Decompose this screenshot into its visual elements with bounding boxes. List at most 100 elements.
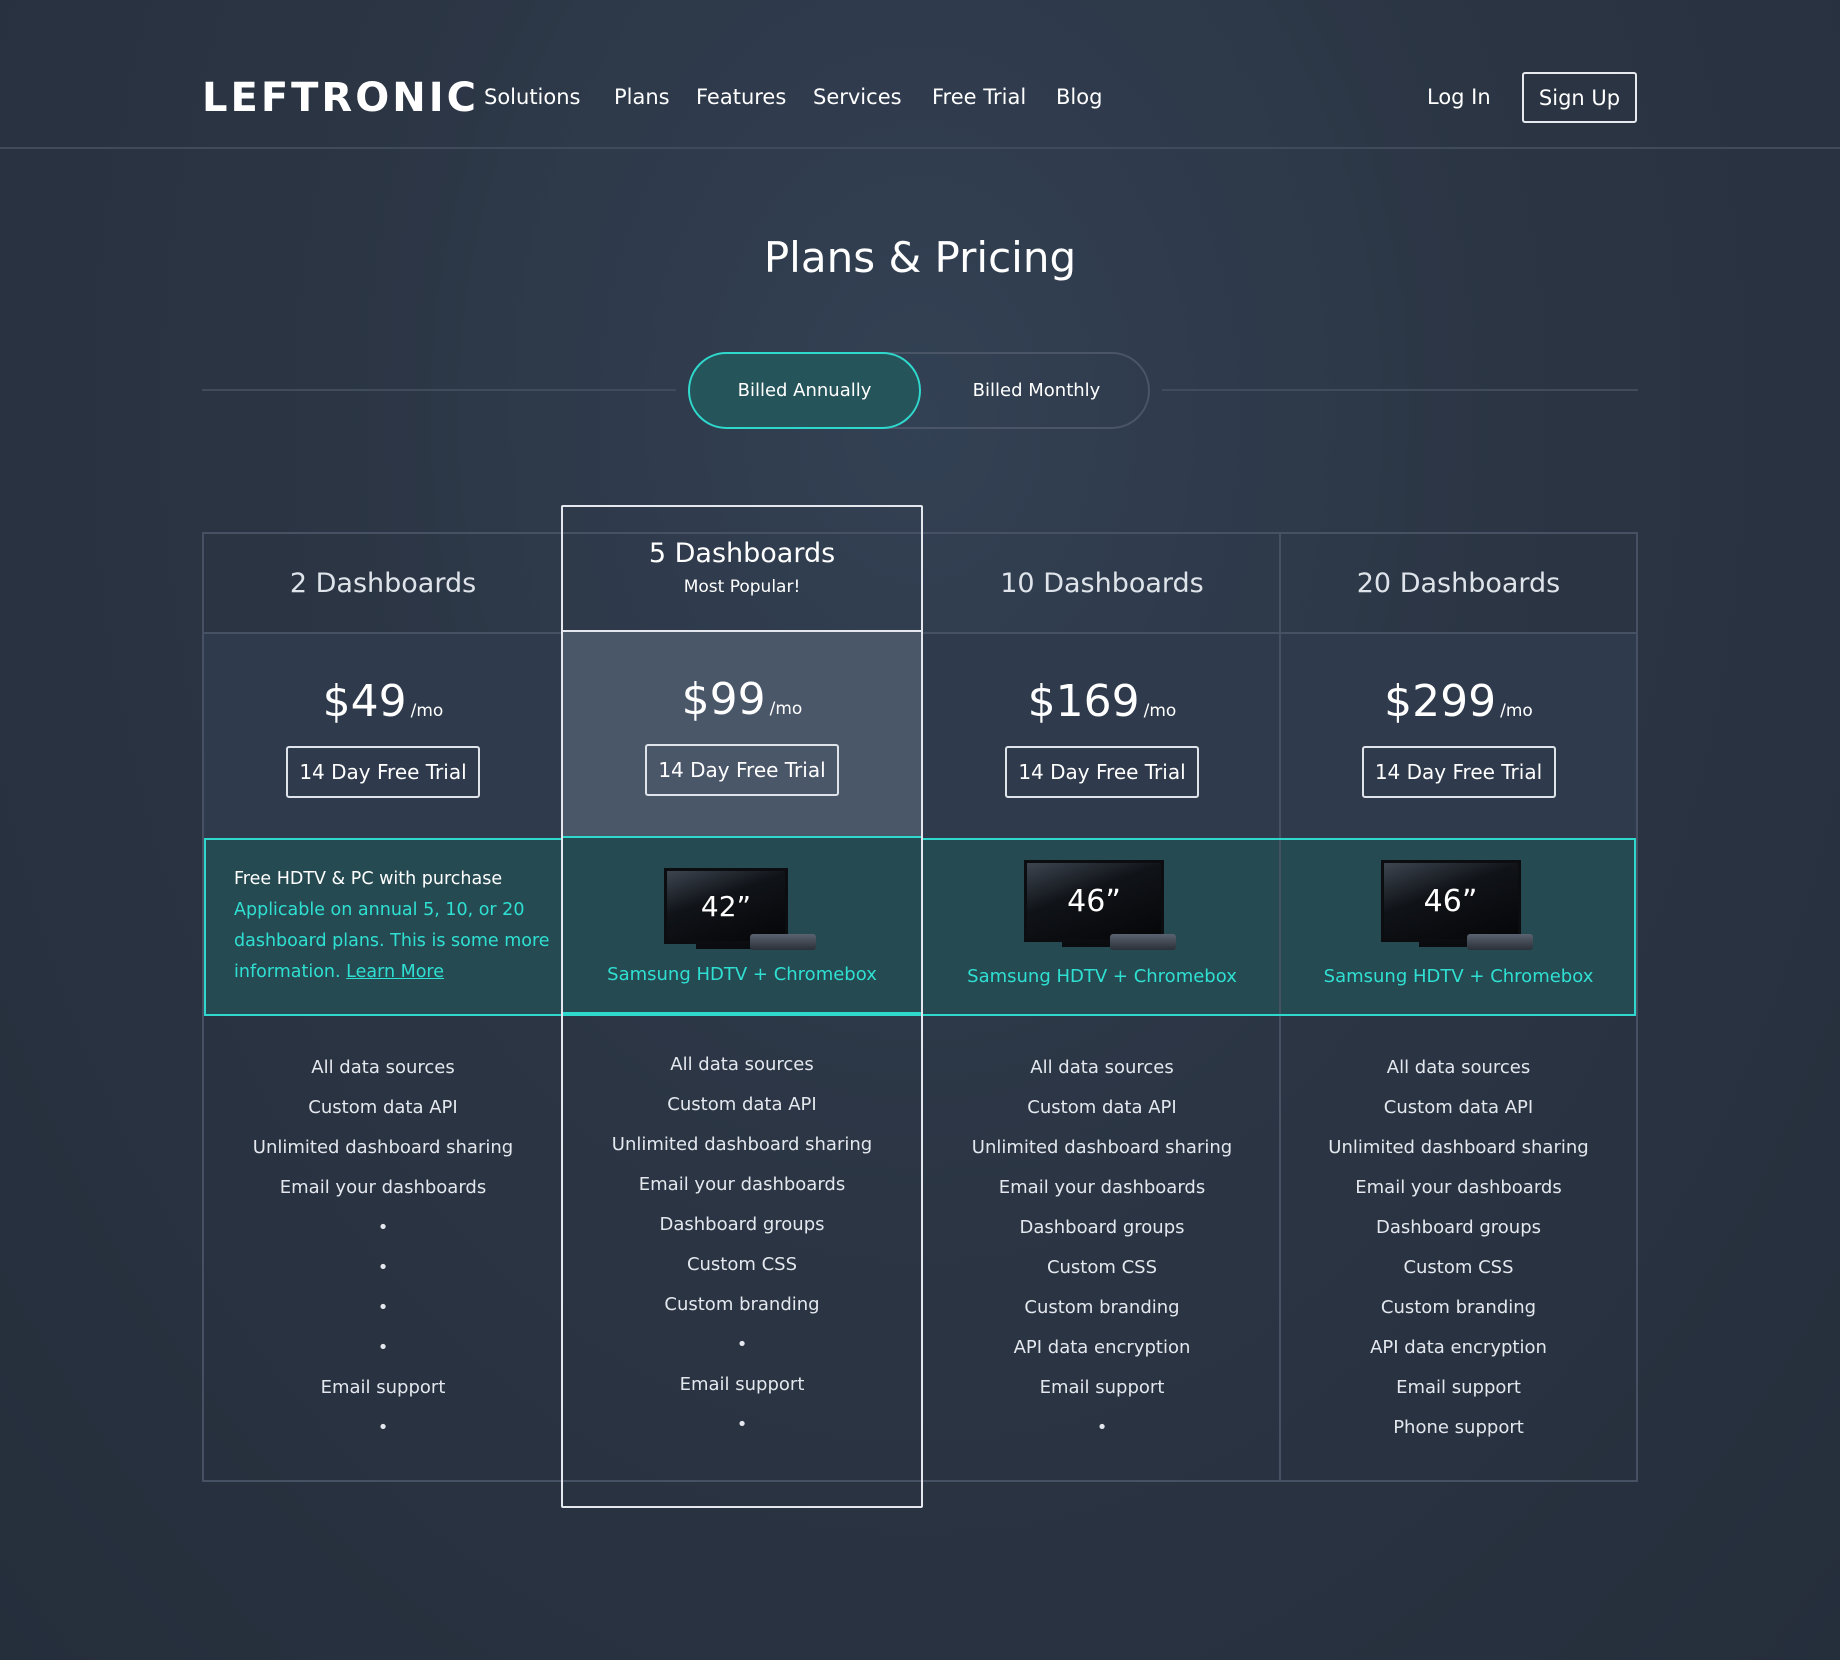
feature-item: Email support xyxy=(679,1374,805,1395)
feature-item: Email your dashboards xyxy=(998,1177,1206,1198)
price-amount: $299 xyxy=(1384,676,1497,727)
plan-column-10: 10 Dashboards $169/mo 14 Day Free Trial … xyxy=(923,534,1281,1480)
price-amount: $99 xyxy=(681,674,766,725)
site-header: LEFTRONIC Solutions Plans Features Servi… xyxy=(0,0,1840,149)
feature-item: Email support xyxy=(1039,1377,1165,1398)
price-cell: $99/mo 14 Day Free Trial xyxy=(563,632,921,836)
page-title: Plans & Pricing xyxy=(763,233,1077,282)
price-cell: $49/mo 14 Day Free Trial xyxy=(204,634,562,838)
feature-item: • xyxy=(377,1297,389,1318)
nav-services[interactable]: Services xyxy=(813,80,902,114)
chromebox-image xyxy=(1466,934,1533,950)
billed-annually-option[interactable]: Billed Annually xyxy=(688,352,921,429)
feature-item: Dashboard groups xyxy=(1375,1217,1542,1238)
chromebox-image xyxy=(750,934,816,950)
feature-item: Email your dashboards xyxy=(279,1177,487,1198)
feature-item: Dashboard groups xyxy=(659,1214,825,1235)
plan-column-20: 20 Dashboards $299/mo 14 Day Free Trial … xyxy=(1281,534,1636,1480)
promo-headline: Free HDTV & PC with purchase xyxy=(234,869,503,889)
plan-column-5-most-popular: 5 Dashboards Most Popular! $99/mo 14 Day… xyxy=(561,505,923,1508)
feature-item: Custom data API xyxy=(308,1097,458,1118)
plan-name: 20 Dashboards xyxy=(1281,534,1636,634)
feature-item: Unlimited dashboard sharing xyxy=(252,1137,514,1158)
signup-button[interactable]: Sign Up xyxy=(1522,72,1637,123)
feature-item: Custom CSS xyxy=(686,1254,798,1275)
feature-item: Unlimited dashboard sharing xyxy=(611,1134,873,1155)
feature-item: Custom CSS xyxy=(1403,1257,1514,1278)
column-divider xyxy=(1279,534,1281,1480)
price-cell: $169/mo 14 Day Free Trial xyxy=(923,634,1281,838)
tv-screen: 46” xyxy=(1380,860,1521,942)
nav-plans[interactable]: Plans xyxy=(614,80,670,114)
free-trial-button[interactable]: 14 Day Free Trial xyxy=(286,746,480,798)
feature-item: Custom data API xyxy=(1027,1097,1177,1118)
feature-item: API data encryption xyxy=(1013,1337,1191,1358)
plan-header: 5 Dashboards Most Popular! xyxy=(563,507,921,632)
price-period: /mo xyxy=(769,699,803,719)
feature-item: Email support xyxy=(320,1377,446,1398)
price-label: $49/mo xyxy=(204,674,562,739)
learn-more-link[interactable]: Learn More xyxy=(346,962,444,982)
toggle-divider-right xyxy=(1162,389,1638,391)
feature-item: API data encryption xyxy=(1370,1337,1547,1358)
free-trial-button[interactable]: 14 Day Free Trial xyxy=(1361,746,1556,798)
plan-name: 5 Dashboards xyxy=(648,537,836,569)
promo-cell: Free HDTV & PC with purchase Applicable … xyxy=(204,838,562,1016)
price-amount: $169 xyxy=(1027,676,1140,727)
promo-text: Free HDTV & PC with purchase Applicable … xyxy=(234,864,554,988)
feature-item: Email your dashboards xyxy=(638,1174,846,1195)
price-label: $99/mo xyxy=(563,672,921,737)
feature-item: Custom data API xyxy=(667,1094,817,1115)
tv-stand xyxy=(696,944,756,949)
feature-item: Custom branding xyxy=(1380,1297,1537,1318)
tv-screen: 42” xyxy=(664,868,788,944)
promo-cell: 42” Samsung HDTV + Chromebox xyxy=(563,836,921,1014)
feature-item: • xyxy=(736,1334,748,1355)
feature-item: Custom branding xyxy=(664,1294,820,1315)
feature-item: Phone support xyxy=(1393,1417,1524,1438)
tv-image: 46” xyxy=(1024,860,1192,958)
leftronic-logo[interactable]: LEFTRONIC xyxy=(202,76,479,120)
feature-item: All data sources xyxy=(1030,1057,1174,1078)
feature-item: All data sources xyxy=(1386,1057,1531,1078)
nav-solutions[interactable]: Solutions xyxy=(484,80,581,114)
feature-list: All data sources Custom data API Unlimit… xyxy=(204,1048,562,1448)
feature-list: All data sources Custom data API Unlimit… xyxy=(923,1048,1281,1448)
price-period: /mo xyxy=(1500,701,1533,721)
billed-monthly-option[interactable]: Billed Monthly xyxy=(921,352,1152,429)
free-trial-button[interactable]: 14 Day Free Trial xyxy=(1005,746,1199,798)
price-cell: $299/mo 14 Day Free Trial xyxy=(1281,634,1636,838)
feature-item: • xyxy=(1096,1417,1108,1438)
feature-list: All data sources Custom data API Unlimit… xyxy=(563,1045,921,1445)
login-link[interactable]: Log In xyxy=(1427,80,1491,114)
bundle-caption: Samsung HDTV + Chromebox xyxy=(607,964,877,985)
price-period: /mo xyxy=(1143,701,1177,721)
feature-item: All data sources xyxy=(311,1057,455,1078)
tv-image: 42” xyxy=(664,868,832,966)
plan-name: 2 Dashboards xyxy=(204,534,562,634)
feature-item: Email support xyxy=(1396,1377,1521,1398)
free-trial-button[interactable]: 14 Day Free Trial xyxy=(645,744,839,796)
price-label: $299/mo xyxy=(1281,674,1636,739)
price-label: $169/mo xyxy=(923,674,1281,739)
plan-name: 10 Dashboards xyxy=(923,534,1281,634)
pricing-page: LEFTRONIC Solutions Plans Features Servi… xyxy=(0,0,1840,1660)
nav-features[interactable]: Features xyxy=(696,80,786,114)
feature-item: Unlimited dashboard sharing xyxy=(971,1137,1233,1158)
bundle-caption: Samsung HDTV + Chromebox xyxy=(967,966,1237,987)
feature-item: • xyxy=(377,1257,389,1278)
tv-image: 46” xyxy=(1380,860,1549,958)
promo-cell: 46” Samsung HDTV + Chromebox xyxy=(923,838,1281,1016)
price-period: /mo xyxy=(410,701,444,721)
promo-cell: 46” Samsung HDTV + Chromebox xyxy=(1281,838,1636,1016)
most-popular-badge: Most Popular! xyxy=(683,576,801,597)
billing-toggle: Billed Annually Billed Monthly xyxy=(688,352,1150,429)
feature-item: Dashboard groups xyxy=(1019,1217,1185,1238)
plan-column-2: 2 Dashboards $49/mo 14 Day Free Trial Fr… xyxy=(204,534,562,1480)
feature-item: Unlimited dashboard sharing xyxy=(1328,1137,1589,1158)
feature-item: Custom data API xyxy=(1383,1097,1534,1118)
nav-free-trial[interactable]: Free Trial xyxy=(932,80,1026,114)
feature-item: All data sources xyxy=(670,1054,814,1075)
feature-item: Custom CSS xyxy=(1046,1257,1158,1278)
nav-blog[interactable]: Blog xyxy=(1056,80,1102,114)
